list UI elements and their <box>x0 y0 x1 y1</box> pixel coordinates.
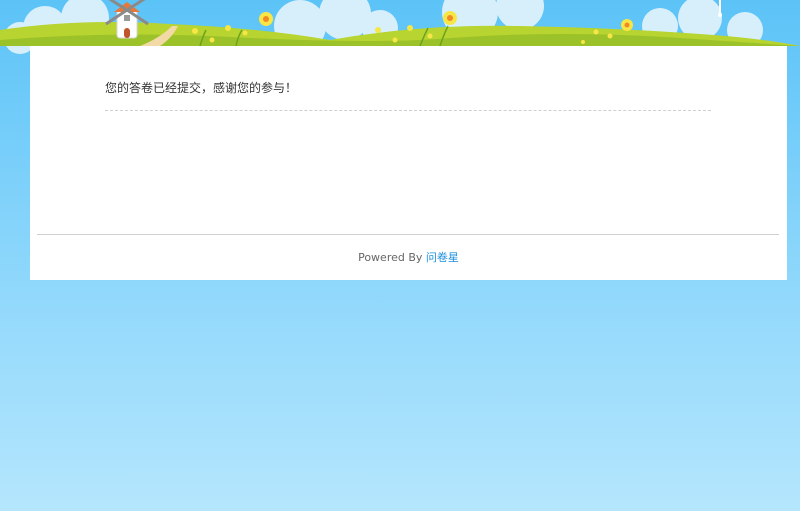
message-divider <box>105 110 711 111</box>
footer-divider <box>37 234 779 235</box>
powered-by-label: Powered By <box>358 251 423 264</box>
submitted-message: 您的答卷已经提交，感谢您的参与！ <box>105 81 298 95</box>
powered-by: Powered By 问卷星 <box>30 251 787 265</box>
result-card: 您的答卷已经提交，感谢您的参与！ Powered By 问卷星 <box>30 46 787 280</box>
wjx-brand-link[interactable]: 问卷星 <box>426 251 459 264</box>
